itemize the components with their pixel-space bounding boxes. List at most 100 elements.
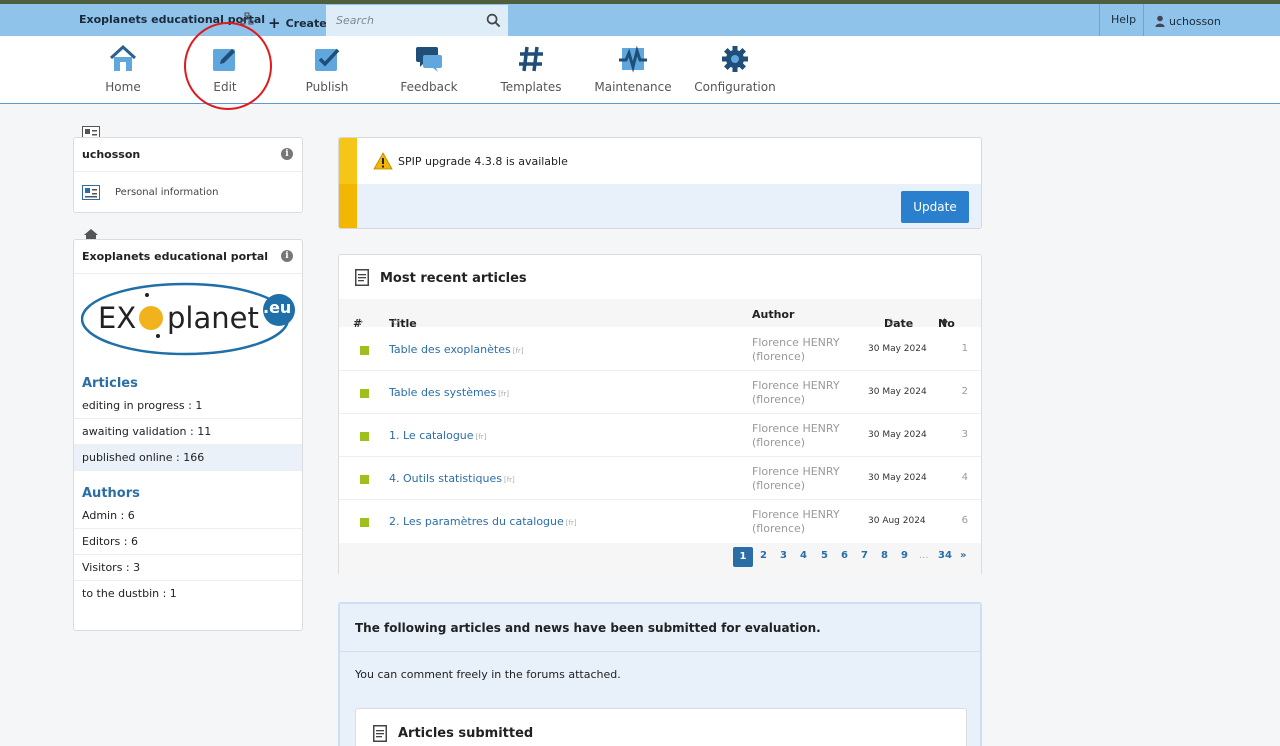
- alert-footer: [357, 184, 981, 228]
- page-link[interactable]: 9: [901, 550, 908, 561]
- page-current[interactable]: 1: [733, 547, 753, 567]
- sort-icon: ◇: [887, 317, 894, 327]
- search-box: [326, 5, 508, 36]
- article-date: 30 May 2024: [868, 473, 927, 483]
- gear-icon: [722, 46, 748, 72]
- info-icon[interactable]: i: [281, 250, 293, 262]
- article-date: 30 Aug 2024: [868, 516, 926, 526]
- help-link[interactable]: Help: [1111, 13, 1136, 26]
- divider: [74, 273, 302, 274]
- article-author: Florence HENRY (florence): [752, 508, 840, 535]
- stat-awaiting[interactable]: awaiting validation : 11: [74, 419, 302, 445]
- stat-editors[interactable]: Editors : 6: [74, 529, 302, 555]
- article-author: Florence HENRY (florence): [752, 379, 840, 406]
- info-icon[interactable]: i: [281, 148, 293, 160]
- nav-configuration[interactable]: Configuration: [685, 44, 785, 94]
- page-link[interactable]: 2: [760, 550, 767, 561]
- personal-information-link[interactable]: Personal information: [115, 187, 218, 198]
- sort-active-icon: ◆: [941, 317, 948, 327]
- stat-editing[interactable]: editing in progress : 1: [74, 393, 302, 419]
- divider: [340, 651, 980, 652]
- status-indicator: [360, 389, 369, 398]
- articles-submitted-title: Articles submitted: [398, 726, 534, 741]
- top-bar: Exoplanets educational portal +Create He…: [0, 0, 1280, 36]
- stat-admin[interactable]: Admin : 6: [74, 503, 302, 529]
- col-author: Author: [752, 308, 795, 321]
- article-link[interactable]: 1. Le catalogue [fr]: [389, 429, 486, 442]
- article-author: Florence HENRY (florence): [752, 422, 840, 449]
- id-card-icon: [82, 185, 100, 200]
- page-link[interactable]: 4: [800, 550, 807, 561]
- page-link[interactable]: 7: [861, 550, 868, 561]
- site-box: Exoplanets educational portal i EX plane…: [73, 239, 303, 631]
- publish-icon: [315, 48, 340, 71]
- home-icon: [109, 44, 137, 71]
- article-date: 30 May 2024: [868, 344, 927, 354]
- user-icon: [1155, 15, 1165, 27]
- upgrade-alert: SPIP upgrade 4.3.8 is available Update: [338, 137, 982, 229]
- status-indicator: [360, 518, 369, 527]
- page-link[interactable]: 6: [841, 550, 848, 561]
- status-indicator: [360, 346, 369, 355]
- stat-dustbin[interactable]: to the dustbin : 1: [74, 581, 302, 607]
- page-link[interactable]: 3: [780, 550, 787, 561]
- stat-published[interactable]: published online : 166: [74, 445, 302, 471]
- article-link[interactable]: 2. Les paramètres du catalogue [fr]: [389, 515, 577, 528]
- page-next[interactable]: »: [960, 550, 966, 561]
- nav-publish[interactable]: Publish: [277, 44, 377, 94]
- user-box: uchosson i Personal information: [73, 137, 303, 213]
- page-link[interactable]: 5: [821, 550, 828, 561]
- divider: [1143, 4, 1144, 36]
- article-author: Florence HENRY (florence): [752, 465, 840, 492]
- heartbeat-icon: [619, 45, 647, 73]
- nav-feedback[interactable]: Feedback: [379, 44, 479, 94]
- table-header: # ◇ Title ◇ Author Date ◇ No ◆: [339, 299, 981, 330]
- feedback-icon: [416, 47, 442, 72]
- alert-strip: [339, 184, 357, 228]
- create-button[interactable]: + Create: [268, 13, 327, 32]
- nav-maintenance[interactable]: Maintenance: [583, 44, 683, 94]
- nav-templates[interactable]: Templates: [481, 44, 581, 94]
- user-menu[interactable]: uchosson: [1155, 13, 1221, 28]
- status-indicator: [360, 475, 369, 484]
- table-row: Table des exoplanètes [fr] Florence HENRY…: [339, 328, 981, 371]
- update-button[interactable]: Update: [901, 191, 969, 223]
- article-number: 4: [961, 472, 968, 483]
- status-indicator: [360, 432, 369, 441]
- article-author: Florence HENRY (florence): [752, 336, 840, 363]
- article-link[interactable]: Table des exoplanètes [fr]: [389, 343, 524, 356]
- recent-articles-box: Most recent articles # ◇ Title ◇ Author Da…: [338, 254, 982, 576]
- table-row: Table des systèmes [fr] Florence HENRY (fl…: [339, 371, 981, 414]
- article-number: 3: [961, 429, 968, 440]
- article-link[interactable]: 4. Outils statistiques [fr]: [389, 472, 515, 485]
- stat-visitors[interactable]: Visitors : 3: [74, 555, 302, 581]
- submitted-description: You can comment freely in the forums att…: [355, 668, 621, 681]
- table-row: 1. Le catalogue [fr] Florence HENRY (flore…: [339, 414, 981, 457]
- page-link[interactable]: 8: [881, 550, 888, 561]
- alert-message: SPIP upgrade 4.3.8 is available: [398, 155, 568, 168]
- pagination: 1 2 3 4 5 6 7 8 9 ... 34 »: [339, 547, 981, 567]
- sort-icon: ◇: [392, 317, 399, 327]
- sort-icon: ◇: [356, 317, 363, 327]
- document-icon: [355, 269, 369, 286]
- document-icon: [373, 725, 387, 742]
- nav-home[interactable]: Home: [73, 44, 173, 94]
- article-number: 2: [961, 386, 968, 397]
- recent-articles-title: Most recent articles: [380, 271, 527, 286]
- warning-icon: [373, 152, 393, 170]
- authors-heading: Authors: [82, 486, 140, 501]
- search-input[interactable]: [326, 5, 486, 36]
- hashtag-icon: [519, 46, 543, 72]
- user-box-title: uchosson: [82, 148, 141, 161]
- submitted-box: The following articles and news have bee…: [338, 602, 982, 746]
- article-number: 1: [961, 343, 968, 354]
- table-row: 2. Les paramètres du catalogue [fr] Flore…: [339, 500, 981, 543]
- submitted-heading: The following articles and news have bee…: [355, 621, 821, 635]
- page-link[interactable]: 34: [938, 550, 952, 561]
- search-icon[interactable]: [486, 13, 501, 28]
- table-row: 4. Outils statistiques [fr] Florence HENR…: [339, 457, 981, 500]
- page-ellipsis: ...: [919, 550, 929, 561]
- articles-submitted-box: Articles submitted: [355, 708, 967, 746]
- article-link[interactable]: Table des systèmes [fr]: [389, 386, 509, 399]
- articles-heading: Articles: [82, 376, 138, 391]
